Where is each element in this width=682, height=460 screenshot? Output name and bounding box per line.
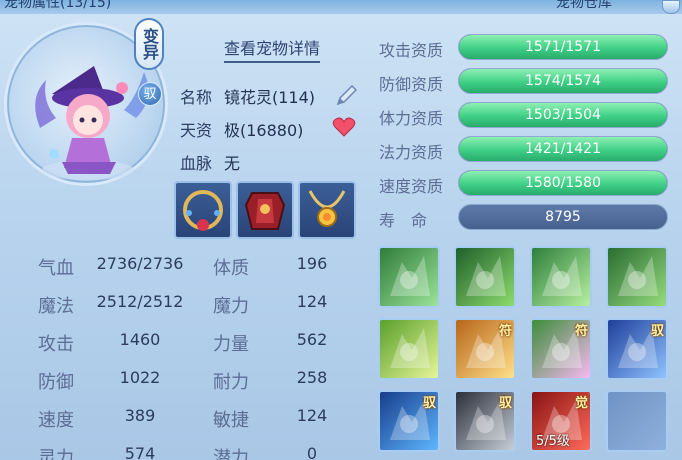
aptitude-value: 1574/1574 <box>525 73 601 89</box>
green-slash-glyph <box>542 256 582 296</box>
skill-tag: 驭 <box>422 396 436 411</box>
green-slash-icon[interactable] <box>530 246 592 308</box>
ice-golem-icon[interactable]: 驭 <box>378 390 440 452</box>
aptitude-bar: 1574/1574 <box>458 68 668 94</box>
armor-icon <box>244 192 286 230</box>
talent-label: 天资 <box>180 121 213 140</box>
stat-value: 258 <box>296 368 328 387</box>
leaf-burst-glyph <box>390 328 430 368</box>
stat-value: 562 <box>296 330 328 349</box>
stat-label: 攻击 <box>38 334 74 355</box>
green-giant-glyph <box>618 256 658 296</box>
view-pet-details-link[interactable]: 查看宠物详情 <box>224 35 321 63</box>
shadow-warrior-glyph <box>466 256 506 296</box>
leaf-burst-icon[interactable] <box>378 318 440 380</box>
aptitude-bar: 1503/1504 <box>458 102 668 128</box>
aptitude-value: 1571/1571 <box>525 39 601 55</box>
stat-value: 124 <box>296 292 328 311</box>
tab-pet-attributes[interactable]: 宠物属性(13/15) <box>4 0 111 12</box>
stat-label: 体质 <box>213 258 249 279</box>
aptitude-label: 攻击资质 <box>379 41 444 60</box>
red-fist-icon[interactable]: 觉 5/5级 <box>530 390 592 452</box>
stat-label: 潜力 <box>213 448 249 460</box>
stat-value: 389 <box>124 406 156 425</box>
blood-claw-glyph <box>390 256 430 296</box>
tab-pet-storage[interactable]: 宠物仓库 <box>556 0 612 12</box>
stat-label: 速度 <box>38 410 74 431</box>
stat-value: 196 <box>296 254 328 273</box>
blood-claw-icon[interactable] <box>378 246 440 308</box>
equip-slot-amulet[interactable] <box>298 181 356 239</box>
aptitude-value: 1503/1504 <box>525 107 601 123</box>
pet-name-row: 名称 镜花灵(114) <box>180 84 315 108</box>
shadow-warrior-icon[interactable] <box>454 246 516 308</box>
variant-badge: 变异 <box>134 18 164 70</box>
pet-figure <box>35 66 149 180</box>
lifespan-bar: 8795 <box>458 204 668 230</box>
stat-label: 力量 <box>213 334 249 355</box>
heart-icon[interactable] <box>332 116 356 138</box>
stat-label: 气血 <box>38 258 74 279</box>
aptitude-value: 1421/1421 <box>525 141 601 157</box>
skill-tag: 符 <box>574 324 588 339</box>
top-bar: 宠物属性(13/15) 宠物仓库 <box>0 0 682 14</box>
rename-pen-icon[interactable] <box>334 82 360 108</box>
heart-charm-icon[interactable]: 符 <box>530 318 592 380</box>
golden-shield-icon[interactable]: 符 <box>454 318 516 380</box>
amulet-icon <box>308 190 346 227</box>
skill-tag: 觉 <box>574 396 588 411</box>
skill-tag: 驭 <box>498 396 512 411</box>
aptitude-label: 防御资质 <box>379 75 444 94</box>
name-value: 镜花灵(114) <box>224 88 316 107</box>
stat-label: 魔力 <box>213 296 249 317</box>
skill-tag: 符 <box>498 324 512 339</box>
aptitude-bar: 1421/1421 <box>458 136 668 162</box>
talent-value: 极(16880) <box>224 121 304 140</box>
aptitude-label: 速度资质 <box>379 177 444 196</box>
lifespan-label: 寿 命 <box>379 211 428 230</box>
close-button[interactable] <box>662 0 680 14</box>
stat-value: 0 <box>306 444 318 460</box>
stat-label: 敏捷 <box>213 410 249 431</box>
aptitude-label: 法力资质 <box>379 143 444 162</box>
stat-label: 防御 <box>38 372 74 393</box>
skill-level: 5/5级 <box>536 434 570 449</box>
pet-bloodline-row: 血脉无 <box>180 150 240 174</box>
name-label: 名称 <box>180 88 213 107</box>
empty-slot-icon[interactable] <box>606 390 668 452</box>
aptitude-bar: 1571/1571 <box>458 34 668 60</box>
necklace-icon <box>183 190 223 231</box>
stat-value: 574 <box>124 444 156 460</box>
stat-value: 1460 <box>119 330 161 349</box>
equip-slot-necklace[interactable] <box>174 181 232 239</box>
green-giant-icon[interactable] <box>606 246 668 308</box>
stat-label: 耐力 <box>213 372 249 393</box>
pet-talent-row: 天资 极(16880) <box>180 117 303 141</box>
stat-label: 灵力 <box>38 448 74 460</box>
aptitude-label: 体力资质 <box>379 109 444 128</box>
tame-badge: 驭 <box>138 82 162 106</box>
ice-shard-icon[interactable]: 驭 <box>606 318 668 380</box>
bloodline-value: 无 <box>224 154 241 173</box>
bloodline-label: 血脉 <box>180 154 213 173</box>
aptitude-value: 1580/1580 <box>525 175 601 191</box>
stat-value: 2736/2736 <box>96 254 184 273</box>
steel-shield-icon[interactable]: 驭 <box>454 390 516 452</box>
stat-label: 魔法 <box>38 296 74 317</box>
aptitude-bar: 1580/1580 <box>458 170 668 196</box>
stat-value: 124 <box>296 406 328 425</box>
skill-tag: 驭 <box>650 324 664 339</box>
stat-value: 1022 <box>119 368 161 387</box>
stat-value: 2512/2512 <box>96 292 184 311</box>
equip-slot-armor[interactable] <box>236 181 294 239</box>
